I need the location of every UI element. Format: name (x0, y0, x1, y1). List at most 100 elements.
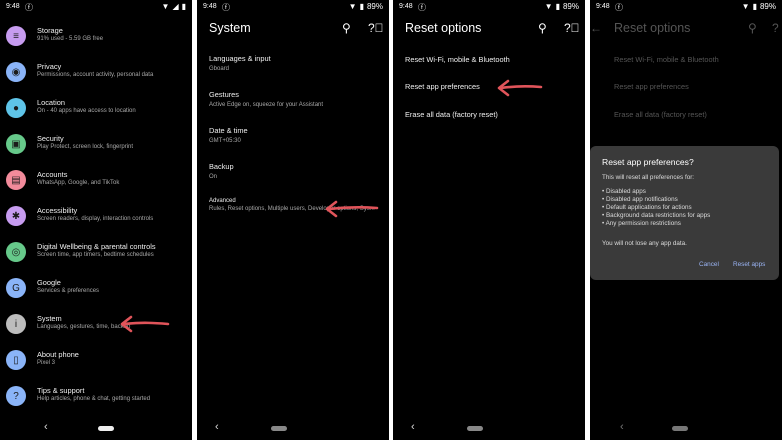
settings-item-about-phone[interactable]: ▯ About phone Pixel 3 (0, 344, 192, 376)
battery-icon: ▮ (359, 2, 364, 11)
system-item-date-time[interactable]: Date & time GMT+05:30 (209, 126, 385, 144)
item-title: About phone (37, 350, 79, 359)
notification-icon: ⓕ (615, 3, 623, 12)
reset-app-preferences-option[interactable]: Reset app preferences (614, 82, 689, 91)
help-icon[interactable]: ?⃝ (368, 21, 384, 35)
security-icon: ▣ (6, 134, 26, 154)
back-icon[interactable]: ‹ (411, 421, 415, 433)
home-pill[interactable] (271, 426, 287, 431)
notification-icon: ⓕ (222, 3, 230, 12)
item-title: Date & time (209, 126, 248, 135)
item-title: Digital Wellbeing & parental controls (37, 242, 156, 251)
dialog-body: This will reset all preferences for: • D… (602, 174, 710, 228)
item-title: System (37, 314, 62, 323)
settings-item-tips-support[interactable]: ? Tips & support Help articles, phone & ch… (0, 380, 192, 412)
battery-icon: ▮ (752, 2, 757, 11)
erase-all-data-option[interactable]: Erase all data (factory reset) (405, 110, 498, 119)
status-bar: 9:48 ⓕ ▼ ▮ 89% (590, 0, 782, 14)
dialog-bullet: • Disabled app notifications (602, 196, 678, 203)
notification-icon: ⓕ (25, 3, 33, 12)
item-sub: Help articles, phone & chat, getting sta… (37, 396, 151, 402)
nav-bar: ‹ (197, 418, 389, 440)
search-icon[interactable]: ⚲ (538, 21, 547, 35)
system-item-languages[interactable]: Languages & input Gboard (209, 54, 385, 72)
privacy-icon: ◉ (6, 62, 26, 82)
settings-item-accounts[interactable]: ▤ Accounts WhatsApp, Google, and TikTok (0, 164, 192, 196)
reset-app-preferences-option[interactable]: Reset app preferences (405, 82, 480, 91)
wifi-icon: ▼ (741, 2, 750, 11)
system-item-backup[interactable]: Backup On (209, 162, 385, 180)
search-icon[interactable]: ⚲ (342, 21, 351, 35)
home-pill[interactable] (98, 426, 114, 431)
status-bar: 9:48 ⓕ ▼ ◢ ▮ (0, 0, 192, 14)
home-pill[interactable] (672, 426, 688, 431)
settings-item-digital-wellbeing-parental-controls[interactable]: ◎ Digital Wellbeing & parental controls Sc… (0, 236, 192, 268)
back-arrow-icon[interactable]: ← (590, 21, 602, 35)
arrow-annotation-reset-app (497, 79, 543, 97)
status-time: 9:48 (399, 3, 413, 10)
status-bar: 9:48 ⓕ ▼ ▮ 89% (197, 0, 389, 14)
dialog-bullet: • Background data restrictions for apps (602, 212, 711, 219)
item-sub: Screen readers, display, interaction con… (37, 216, 154, 222)
nav-bar: ‹ (590, 418, 782, 440)
item-title: Accounts (37, 170, 68, 179)
settings-item-security[interactable]: ▣ Security Play Protect, screen lock, fing… (0, 128, 192, 160)
item-sub: Gboard (209, 66, 230, 72)
help-icon[interactable]: ?⃝ (564, 21, 580, 35)
erase-all-data-option[interactable]: Erase all data (factory reset) (614, 110, 707, 119)
system-icon: i (6, 314, 26, 334)
item-sub: GMT+05:30 (209, 138, 241, 144)
cancel-button[interactable]: Cancel (699, 261, 719, 268)
settings-item-location[interactable]: ● Location On - 40 apps have access to loc… (0, 92, 192, 124)
help-icon[interactable]: ? (772, 21, 779, 35)
item-title: Tips & support (37, 386, 85, 395)
item-sub: Screen time, app timers, bedtime schedul… (37, 252, 154, 258)
reset-wifi-option[interactable]: Reset Wi-Fi, mobile & Bluetooth (614, 55, 719, 64)
accessibility-icon: ✱ (6, 206, 26, 226)
reset-dialog-panel: 9:48 ⓕ ▼ ▮ 89% ← Reset options ⚲ ? Reset… (590, 0, 782, 440)
arrow-annotation-system (120, 315, 170, 333)
item-title: Accessibility (37, 206, 78, 215)
wellbeing-icon: ◎ (6, 242, 26, 262)
about-phone-icon: ▯ (6, 350, 26, 370)
back-icon[interactable]: ‹ (44, 421, 48, 433)
home-pill[interactable] (467, 426, 483, 431)
settings-item-accessibility[interactable]: ✱ Accessibility Screen readers, display, i… (0, 200, 192, 232)
battery-icon: ▮ (555, 2, 560, 11)
nav-bar: ‹ (393, 418, 585, 440)
item-title: Privacy (37, 62, 62, 71)
item-sub: Languages, gestures, time, backup (37, 324, 131, 330)
item-sub: Pixel 3 (37, 360, 56, 366)
battery-percent: 89% (366, 2, 383, 11)
dialog-bullet: • Default applications for actions (602, 204, 692, 211)
item-title: Storage (37, 26, 63, 35)
settings-item-google[interactable]: G Google Services & preferences (0, 272, 192, 304)
reset-wifi-option[interactable]: Reset Wi-Fi, mobile & Bluetooth (405, 55, 510, 64)
status-bar: 9:48 ⓕ ▼ ▮ 89% (393, 0, 585, 14)
search-icon[interactable]: ⚲ (748, 21, 757, 35)
item-title: Security (37, 134, 64, 143)
battery-percent: 89% (759, 2, 776, 11)
back-icon[interactable]: ‹ (215, 421, 219, 433)
battery-icon: ▮ (181, 2, 186, 11)
system-panel: 9:48 ⓕ ▼ ▮ 89% System ⚲ ?⃝ Languages & i… (197, 0, 389, 440)
item-sub: Active Edge on, squeeze for your Assista… (209, 102, 324, 108)
page-title: Reset options (614, 21, 691, 35)
settings-panel: 9:48 ⓕ ▼ ◢ ▮ ≡ Storage 91% used - 5.59 GB … (0, 0, 192, 440)
wifi-icon: ▼ (161, 2, 170, 11)
dialog-note: You will not lose any app data. (602, 240, 687, 247)
settings-item-privacy[interactable]: ◉ Privacy Permissions, account activity, p… (0, 56, 192, 88)
location-icon: ● (6, 98, 26, 118)
item-title: Languages & input (209, 54, 271, 63)
system-item-gestures[interactable]: Gestures Active Edge on, squeeze for you… (209, 90, 385, 108)
settings-item-storage[interactable]: ≡ Storage 91% used - 5.59 GB free (0, 20, 192, 52)
item-sub: WhatsApp, Google, and TikTok (37, 180, 120, 186)
status-time: 9:48 (6, 3, 20, 10)
item-title: Google (37, 278, 61, 287)
page-title: Reset options (405, 21, 482, 35)
reset-apps-button[interactable]: Reset apps (733, 261, 765, 268)
item-sub: On (209, 174, 218, 180)
item-title: Gestures (209, 90, 239, 99)
item-sub: Services & preferences (37, 288, 100, 294)
back-icon[interactable]: ‹ (620, 421, 624, 433)
